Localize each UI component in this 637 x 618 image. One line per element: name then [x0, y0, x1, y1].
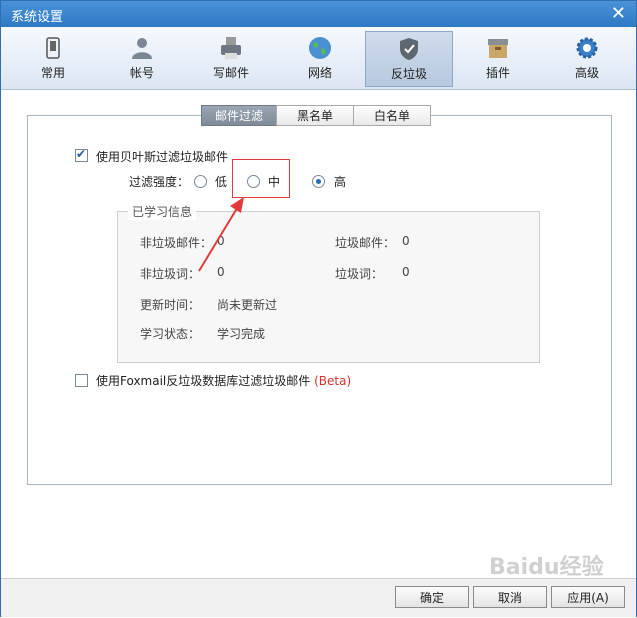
user-icon: [132, 38, 152, 59]
update-time-label: 更新时间：: [140, 298, 201, 312]
phone-icon: [46, 37, 60, 59]
dialog-footer: 确定 取消 应用(A): [1, 578, 636, 617]
toolbar-label: 常用: [40, 66, 65, 80]
learned-info-title: 已学习信息: [128, 203, 197, 220]
close-icon[interactable]: ✕: [611, 3, 626, 24]
toolbar-item-plugins[interactable]: 插件: [454, 31, 542, 87]
toolbar-item-account[interactable]: 帐号: [98, 31, 186, 87]
update-time-value: 尚未更新过: [217, 298, 278, 312]
bayes-checkbox[interactable]: ✔: [75, 147, 88, 162]
learn-status-value: 学习完成: [217, 327, 266, 341]
cancel-button[interactable]: 取消: [473, 586, 547, 608]
title-bar: 系统设置 ✕: [1, 1, 636, 27]
toolbar-item-advanced[interactable]: 高级: [543, 31, 631, 87]
strength-low-radio[interactable]: [194, 175, 207, 188]
non-spam-word-value: 0: [217, 265, 225, 279]
content-area: ✔ 使用贝叶斯过滤垃圾邮件 过滤强度： 低 中 高 已学习信息 非垃圾邮件： 0…: [1, 90, 636, 578]
spam-word-value: 0: [402, 265, 410, 279]
non-spam-mail-label: 非垃圾邮件：: [140, 236, 213, 250]
learned-info-group: 已学习信息 非垃圾邮件： 0 垃圾邮件： 0 非垃圾词： 0 垃圾词： 0 更新…: [117, 203, 540, 363]
non-spam-mail-value: 0: [217, 234, 225, 248]
settings-window: 系统设置 ✕ 常用 帐号 写邮件 网络 反垃圾 插件 高级 ✔ 使用贝叶斯过滤垃…: [0, 0, 637, 617]
toolbar-label: 插件: [485, 66, 510, 80]
tab-mail-filter[interactable]: 邮件过滤: [201, 105, 277, 126]
strength-label: 过滤强度：: [129, 175, 190, 189]
shield-icon: [400, 38, 418, 60]
tab-whitelist[interactable]: 白名单: [353, 105, 431, 126]
apply-button[interactable]: 应用(A): [551, 586, 625, 608]
foxmail-db-text: 使用Foxmail反垃圾数据库过滤垃圾邮件: [96, 374, 311, 388]
toolbar-item-network[interactable]: 网络: [276, 31, 364, 87]
foxmail-db-label: 使用Foxmail反垃圾数据库过滤垃圾邮件 (Beta): [96, 372, 351, 389]
bayes-label: 使用贝叶斯过滤垃圾邮件: [96, 150, 229, 164]
toolbar-label: 网络: [307, 66, 332, 80]
spam-mail-label: 垃圾邮件：: [335, 236, 396, 250]
filter-panel: ✔ 使用贝叶斯过滤垃圾邮件 过滤强度： 低 中 高 已学习信息 非垃圾邮件： 0…: [27, 115, 612, 485]
annotation-highlight-box: [232, 159, 290, 198]
spam-word-label: 垃圾词：: [335, 267, 384, 281]
learn-status-label: 学习状态：: [140, 327, 201, 341]
watermark: Baidu经验: [489, 555, 604, 580]
strength-high-radio[interactable]: [312, 175, 325, 188]
foxmail-db-checkbox[interactable]: [75, 374, 88, 387]
beta-tag: (Beta): [314, 374, 352, 388]
toolbar-label: 帐号: [129, 66, 154, 80]
strength-low-label: 低: [215, 175, 228, 189]
non-spam-word-label: 非垃圾词：: [140, 267, 201, 281]
tab-blacklist[interactable]: 黑名单: [276, 105, 354, 126]
gear-icon: [576, 37, 598, 59]
toolbar-label: 高级: [574, 66, 599, 80]
check-icon: ✔: [76, 147, 87, 161]
toolbar-item-compose[interactable]: 写邮件: [187, 31, 275, 87]
toolbar-label: 反垃圾: [390, 67, 427, 81]
strength-high-label: 高: [334, 175, 347, 189]
box-icon: [488, 39, 508, 58]
toolbar-item-antispam[interactable]: 反垃圾: [365, 31, 453, 87]
radio-selected-dot: [316, 179, 321, 184]
toolbar-item-general[interactable]: 常用: [9, 31, 97, 87]
printer-icon: [221, 37, 241, 59]
spam-mail-value: 0: [402, 234, 410, 248]
window-title: 系统设置: [11, 10, 64, 25]
ok-button[interactable]: 确定: [395, 586, 469, 608]
toolbar-label: 写邮件: [212, 66, 249, 80]
category-toolbar: 常用 帐号 写邮件 网络 反垃圾 插件 高级: [1, 27, 636, 90]
globe-icon: [309, 37, 331, 59]
